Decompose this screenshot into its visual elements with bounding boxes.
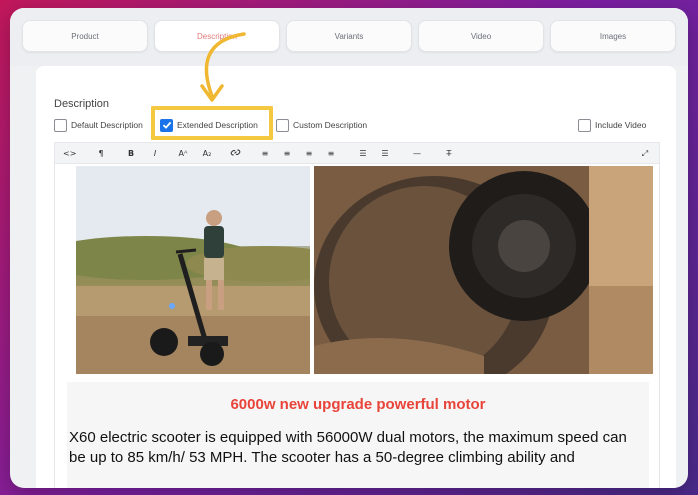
tire-closeup-photo <box>314 166 653 374</box>
custom-description-label: Custom Description <box>293 120 368 130</box>
include-video-option[interactable]: Include Video <box>578 116 646 134</box>
bullet-list-button[interactable]: ☰ <box>357 147 369 161</box>
annotation-arrow-icon <box>200 32 246 102</box>
tire-illustration <box>314 166 653 374</box>
custom-description-option[interactable]: Custom Description <box>276 116 367 134</box>
numbered-list-button[interactable]: ☰ <box>379 147 391 161</box>
bold-button[interactable]: B <box>125 147 137 161</box>
link-button[interactable] <box>229 147 241 161</box>
clear-format-button[interactable]: T̶ <box>443 147 455 161</box>
section-title: Description <box>54 98 110 110</box>
content-paragraph: X60 electric scooter is equipped with 56… <box>69 429 627 466</box>
align-left-button[interactable]: ≡ <box>259 147 271 161</box>
highlight-box <box>151 106 273 140</box>
include-video-checkbox[interactable] <box>578 118 591 132</box>
tab-images[interactable]: Images <box>550 20 676 52</box>
align-right-button[interactable]: ≡ <box>303 147 315 161</box>
product-copy-box: 6000w new upgrade powerful motor X60 ele… <box>67 382 649 488</box>
default-description-label: Default Description <box>71 120 143 130</box>
tab-video[interactable]: Video <box>418 20 544 52</box>
content-headline: 6000w new upgrade powerful motor <box>230 396 486 413</box>
align-center-button[interactable]: ≡ <box>281 147 293 161</box>
code-view-button[interactable]: <> <box>63 147 76 161</box>
italic-button[interactable]: I <box>149 147 161 161</box>
scooter-rider-photo <box>76 166 310 374</box>
default-description-checkbox[interactable] <box>54 118 67 132</box>
align-justify-button[interactable]: ≡ <box>325 147 337 161</box>
app-window: Product Description Variants Video Image… <box>10 8 688 488</box>
link-icon <box>230 149 240 156</box>
editor-toolbar: <> ¶ B I Aᴬ A₂ ≡ ≡ ≡ ≡ ☰ ☰ — T̶ ⤢ <box>54 142 660 164</box>
tab-product[interactable]: Product <box>22 20 148 52</box>
description-panel: Description Default Description Extended… <box>36 66 676 488</box>
editor-content[interactable]: 6000w new upgrade powerful motor X60 ele… <box>54 164 660 488</box>
custom-description-checkbox[interactable] <box>276 118 289 132</box>
default-description-option[interactable]: Default Description <box>54 116 143 134</box>
paragraph-button[interactable]: ¶ <box>95 147 107 161</box>
subscript-button[interactable]: A₂ <box>201 147 213 161</box>
scooter-rider-illustration <box>76 166 310 374</box>
horizontal-rule-button[interactable]: — <box>411 147 423 161</box>
font-size-button[interactable]: Aᴬ <box>177 147 189 161</box>
include-video-label: Include Video <box>595 120 647 130</box>
fullscreen-button[interactable]: ⤢ <box>639 147 651 161</box>
tab-bar: Product Description Variants Video Image… <box>10 8 688 66</box>
tab-variants[interactable]: Variants <box>286 20 412 52</box>
